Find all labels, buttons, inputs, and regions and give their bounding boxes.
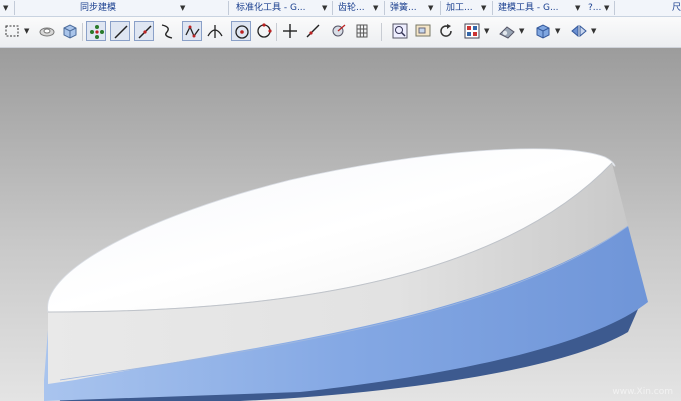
zoom-fit-icon[interactable] [390, 21, 410, 41]
main-toolbar: ▼ ▼ ▼ ▼ ▼ [0, 17, 681, 48]
solid-cube-icon[interactable] [60, 21, 80, 41]
ribbon-dropdown-arrow[interactable]: ▼ [322, 0, 327, 16]
circle-point-icon[interactable] [254, 21, 274, 41]
tangent-line-icon[interactable] [303, 21, 323, 41]
line-endpoint-icon[interactable] [134, 21, 154, 41]
ribbon-group-spring[interactable]: 弹簧... [390, 0, 417, 16]
ribbon-separator [492, 1, 493, 15]
dropdown-arrow-icon[interactable]: ▼ [555, 26, 560, 36]
ribbon-dropdown-arrow[interactable]: ▼ [180, 0, 185, 16]
ribbon-dropdown-arrow[interactable]: ▼ [3, 0, 8, 16]
ribbon-separator [332, 1, 333, 15]
polyline-icon[interactable] [182, 21, 202, 41]
ribbon-group-gear[interactable]: 齿轮... [338, 0, 365, 16]
ribbon-dropdown-arrow[interactable]: ▼ [481, 0, 486, 16]
graphics-viewport[interactable]: www.Xin.com [0, 48, 681, 401]
center-point-icon[interactable] [231, 21, 251, 41]
rotate-icon[interactable] [436, 21, 456, 41]
shaded-view-icon[interactable] [497, 21, 517, 41]
select-box-icon[interactable] [2, 21, 22, 41]
ribbon-separator [228, 1, 229, 15]
intersection-icon[interactable] [205, 21, 225, 41]
view-frame-icon[interactable] [413, 21, 433, 41]
toolbar-separator [82, 23, 83, 41]
ribbon-group-more[interactable]: ?... [588, 0, 601, 16]
disc-model [44, 148, 648, 401]
ribbon-group-modeling-tools[interactable]: 建模工具 - G... [498, 0, 559, 16]
ribbon-group-dimension[interactable]: 尺 [672, 0, 681, 16]
sketch-icon[interactable] [37, 21, 57, 41]
dropdown-arrow-icon[interactable]: ▼ [484, 26, 489, 36]
dropdown-arrow-icon[interactable]: ▼ [519, 26, 524, 36]
ribbon-bar: ▼ 同步建模 ▼ 标准化工具 - G... ▼ 齿轮... ▼ 弹簧... ▼ … [0, 0, 681, 17]
cube-view-icon[interactable] [533, 21, 553, 41]
measure-icon[interactable] [329, 21, 349, 41]
snap-points-icon[interactable] [86, 21, 106, 41]
ribbon-separator [614, 1, 615, 15]
ribbon-dropdown-arrow[interactable]: ▼ [575, 0, 580, 16]
ribbon-group-machining[interactable]: 加工... [446, 0, 473, 16]
ribbon-dropdown-arrow[interactable]: ▼ [428, 0, 433, 16]
ribbon-group-standard-tools[interactable]: 标准化工具 - G... [236, 0, 306, 16]
ribbon-group-sync-modeling[interactable]: 同步建模 [80, 0, 116, 16]
dropdown-arrow-icon[interactable]: ▼ [24, 26, 29, 36]
toolbar-separator [381, 23, 382, 41]
display-mode-icon[interactable] [569, 21, 589, 41]
toolbar-separator [276, 23, 277, 41]
grid-icon[interactable] [352, 21, 372, 41]
ribbon-separator [440, 1, 441, 15]
ribbon-dropdown-arrow[interactable]: ▼ [604, 0, 609, 16]
watermark: www.Xin.com [612, 387, 673, 397]
crosshair-icon[interactable] [280, 21, 300, 41]
ribbon-separator [14, 1, 15, 15]
curve-icon[interactable] [157, 21, 177, 41]
ribbon-separator [384, 1, 385, 15]
ribbon-dropdown-arrow[interactable]: ▼ [373, 0, 378, 16]
line-icon[interactable] [110, 21, 130, 41]
layout-icon[interactable] [462, 21, 482, 41]
dropdown-arrow-icon[interactable]: ▼ [591, 26, 596, 36]
